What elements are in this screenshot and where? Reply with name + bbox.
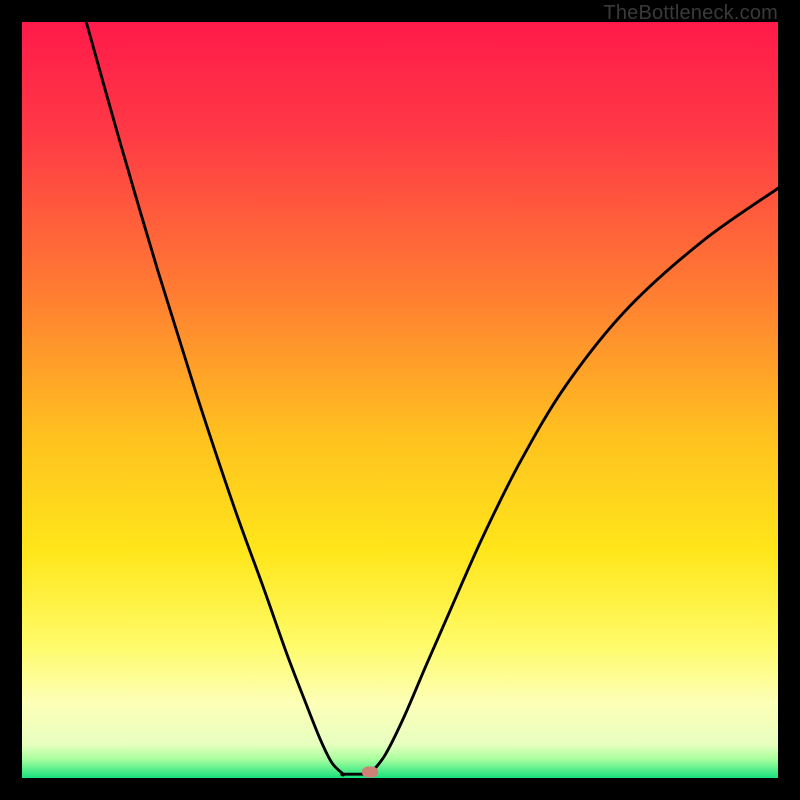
chart-frame: TheBottleneck.com xyxy=(0,0,800,800)
bottleneck-curve xyxy=(22,22,778,778)
optimal-point-marker xyxy=(362,766,378,777)
plot-area xyxy=(22,22,778,778)
